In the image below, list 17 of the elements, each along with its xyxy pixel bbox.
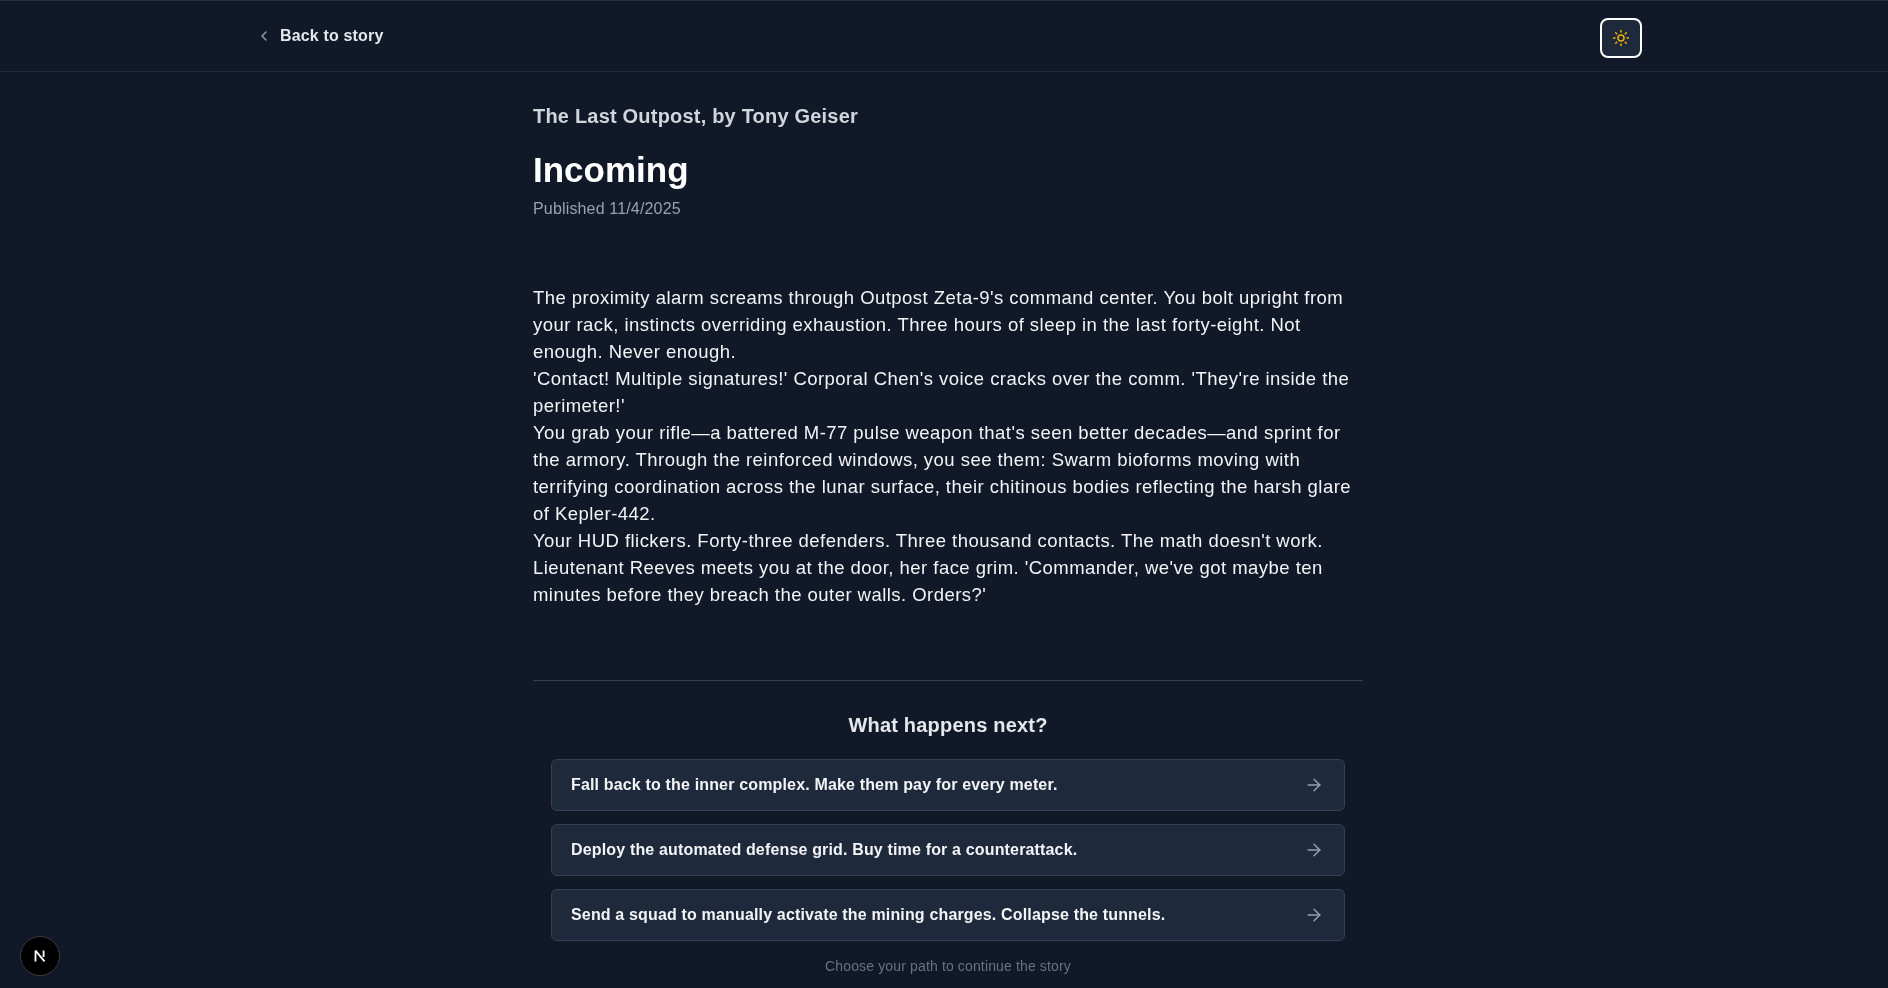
publish-date: Published 11/4/2025 <box>533 199 681 219</box>
sun-icon <box>1612 28 1630 47</box>
choice-button[interactable]: Deploy the automated defense grid. Buy time for a counterattack. <box>551 824 1345 876</box>
theme-toggle-button[interactable] <box>1600 17 1642 58</box>
story-paragraph: Your HUD flickers. Forty-three defenders. Three thousand contacts. The math doesn't work. <box>533 529 1324 553</box>
story-paragraph: The proximity alarm screams through Outpost Zeta-9's command center. You bolt upright from your rack, instincts overriding exhaustion. Three hours of sleep in the last forty-eight. Not enough. Never enough. <box>533 286 1345 364</box>
story-paragraph: You grab your rifle—a battered M-77 pulse weapon that's seen better decades—and sprint for the armory. Through the reinforced windows, you see them: Swarm bioforms moving with terrifying coordination across the lunar surface, their chitinous bodies reflecting the harsh glare of Kepler-442. <box>533 421 1353 526</box>
story-title: The Last Outpost, by Tony Geiser <box>533 104 858 129</box>
choice-button[interactable]: Send a squad to manually activate the mining charges. Collapse the tunnels. <box>551 889 1345 941</box>
choice-button[interactable]: Fall back to the inner complex. Make them pay for every meter. <box>551 759 1345 811</box>
back-link[interactable]: Back to story <box>246 18 394 54</box>
logo-icon[interactable] <box>20 936 60 976</box>
story-paragraph: Lieutenant Reeves meets you at the door, her face grim. 'Commander, we've got maybe ten minutes before they breach the outer walls. Orders?' <box>533 556 1324 607</box>
chapter-title: Incoming <box>533 150 689 190</box>
story-paragraph: 'Contact! Multiple signatures!' Corporal Chen's voice cracks over the comm. 'They're inside the perimeter!' <box>533 367 1351 418</box>
choices-heading: What happens next? <box>848 713 1048 738</box>
choices-hint: Choose your path to continue the story <box>825 957 1071 976</box>
